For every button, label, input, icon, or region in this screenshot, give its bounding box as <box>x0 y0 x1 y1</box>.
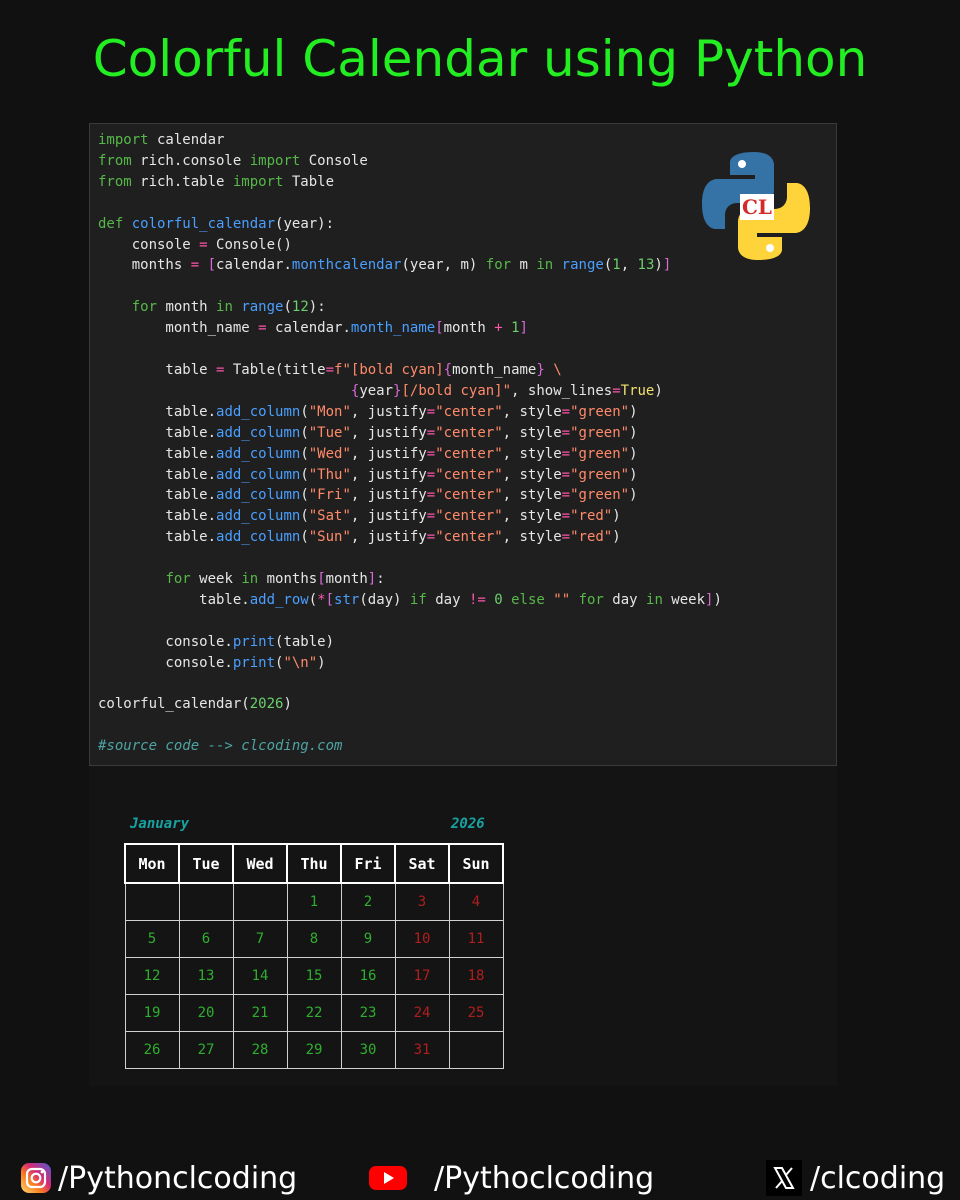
day-cell <box>178 882 234 921</box>
day-cell: 19 <box>124 994 180 1032</box>
header-thu: Thu <box>286 843 342 884</box>
calendar-table: Mon Tue Wed Thu Fri Sat Sun 1 2 3 4 5 6 … <box>124 843 504 1069</box>
x-icon <box>766 1160 802 1196</box>
day-cell: 16 <box>340 957 396 995</box>
day-cell: 12 <box>124 957 180 995</box>
instagram-icon <box>21 1163 51 1193</box>
header-wed: Wed <box>232 843 288 884</box>
day-cell: 21 <box>232 994 288 1032</box>
youtube-link[interactable]: /Pythoclcoding <box>368 1158 654 1198</box>
page-title: Colorful Calendar using Python <box>92 30 868 88</box>
day-cell: 26 <box>124 1031 180 1069</box>
table-row: 1 2 3 4 <box>124 882 504 921</box>
youtube-handle: /Pythoclcoding <box>434 1160 655 1196</box>
day-cell: 14 <box>232 957 288 995</box>
table-row: 19 20 21 22 23 24 25 <box>124 994 504 1032</box>
header-mon: Mon <box>124 843 180 884</box>
day-cell: 22 <box>286 994 342 1032</box>
day-cell: 23 <box>340 994 396 1032</box>
calendar-month: January <box>130 816 190 832</box>
day-cell: 10 <box>394 920 450 958</box>
code-text: import calendar from rich.console import… <box>98 132 722 755</box>
day-cell: 7 <box>232 920 288 958</box>
day-cell: 24 <box>394 994 450 1032</box>
header-sat: Sat <box>394 843 450 884</box>
day-cell <box>232 882 288 921</box>
header-fri: Fri <box>340 843 396 884</box>
x-link[interactable]: /clcoding <box>766 1158 945 1198</box>
instagram-link[interactable]: /Pythonclcoding <box>20 1158 297 1198</box>
header-tue: Tue <box>178 843 234 884</box>
day-cell: 3 <box>394 882 450 921</box>
day-cell: 27 <box>178 1031 234 1069</box>
day-cell: 28 <box>232 1031 288 1069</box>
day-cell: 4 <box>448 882 504 921</box>
source-comment: #source code --> clcoding.com <box>98 738 343 755</box>
table-row: 12 13 14 15 16 17 18 <box>124 957 504 995</box>
x-handle: /clcoding <box>810 1160 946 1196</box>
day-cell: 15 <box>286 957 342 995</box>
day-cell <box>124 882 180 921</box>
day-cell: 17 <box>394 957 450 995</box>
day-cell: 9 <box>340 920 396 958</box>
day-cell: 2 <box>340 882 396 921</box>
table-row: 5 6 7 8 9 10 11 <box>124 920 504 958</box>
calendar-year: 2026 <box>451 816 485 832</box>
python-logo-icon: CL <box>702 152 810 260</box>
day-cell: 6 <box>178 920 234 958</box>
day-cell: 29 <box>286 1031 342 1069</box>
day-cell: 11 <box>448 920 504 958</box>
calendar-header-row: Mon Tue Wed Thu Fri Sat Sun <box>124 843 504 884</box>
header-sun: Sun <box>448 843 504 884</box>
day-cell: 31 <box>394 1031 450 1069</box>
day-cell: 1 <box>286 882 342 921</box>
day-cell: 18 <box>448 957 504 995</box>
day-cell: 30 <box>340 1031 396 1069</box>
youtube-icon <box>369 1166 407 1190</box>
day-cell <box>448 1031 504 1069</box>
day-cell: 5 <box>124 920 180 958</box>
code-editor: import calendar from rich.console import… <box>89 123 837 766</box>
logo-text: CL <box>742 195 772 219</box>
day-cell: 25 <box>448 994 504 1032</box>
day-cell: 13 <box>178 957 234 995</box>
table-row: 26 27 28 29 30 31 <box>124 1031 504 1069</box>
instagram-handle: /Pythonclcoding <box>58 1160 298 1196</box>
day-cell: 20 <box>178 994 234 1032</box>
day-cell: 8 <box>286 920 342 958</box>
